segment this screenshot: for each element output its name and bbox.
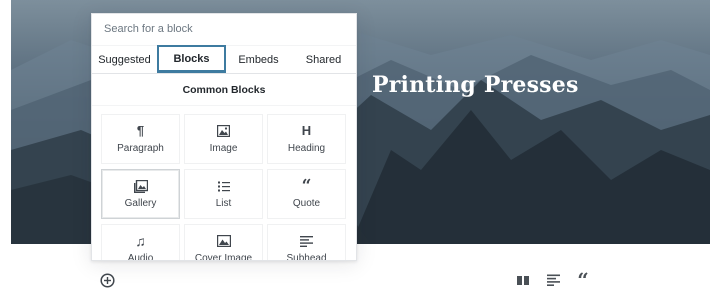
- insert-subhead-button[interactable]: [545, 272, 561, 288]
- gallery-icon: [133, 179, 148, 193]
- insert-quote-button[interactable]: “: [575, 268, 591, 292]
- block-paragraph[interactable]: ¶ Paragraph: [101, 114, 180, 164]
- tab-embeds[interactable]: Embeds: [226, 46, 291, 73]
- tab-suggested[interactable]: Suggested: [92, 46, 157, 73]
- block-quote[interactable]: “ Quote: [267, 169, 346, 219]
- subhead-icon: [546, 274, 560, 286]
- columns-icon: [517, 275, 529, 285]
- tab-blocks[interactable]: Blocks: [157, 45, 226, 73]
- block-search: [92, 14, 356, 46]
- list-icon: [217, 179, 230, 193]
- block-search-input[interactable]: [104, 23, 344, 35]
- block-image[interactable]: Image: [184, 114, 263, 164]
- block-gallery[interactable]: Gallery: [101, 169, 180, 219]
- block-label: Paragraph: [117, 143, 164, 154]
- block-label: Subhead: [286, 253, 327, 261]
- tab-shared[interactable]: Shared: [291, 46, 356, 73]
- block-label: Quote: [292, 198, 321, 209]
- block-label: Heading: [287, 143, 326, 154]
- cover-image-icon: [216, 234, 231, 248]
- block-label: Audio: [127, 253, 154, 261]
- cover-title[interactable]: Printing Presses: [372, 72, 579, 98]
- image-icon: [217, 124, 230, 138]
- paragraph-icon: ¶: [136, 123, 145, 138]
- block-label: Gallery: [124, 198, 157, 209]
- block-subhead[interactable]: Subhead: [267, 224, 346, 261]
- heading-icon: H: [301, 123, 312, 138]
- block-label: List: [215, 198, 232, 209]
- subhead-icon: [300, 234, 313, 248]
- insert-columns-button[interactable]: [515, 272, 531, 288]
- block-label: Image: [209, 143, 238, 154]
- block-audio[interactable]: ♫ Audio: [101, 224, 180, 261]
- plus-circle-icon: [100, 273, 115, 288]
- block-list[interactable]: List: [184, 169, 263, 219]
- block-heading[interactable]: H Heading: [267, 114, 346, 164]
- quote-icon: “: [577, 268, 589, 292]
- block-inserter-popover: Suggested Blocks Embeds Shared Common Bl…: [91, 13, 357, 261]
- add-block-button[interactable]: [100, 273, 115, 288]
- block-label: Cover Image: [194, 253, 253, 261]
- block-cover-image[interactable]: Cover Image: [184, 224, 263, 261]
- inserter-tabs: Suggested Blocks Embeds Shared: [92, 45, 356, 74]
- section-title-common-blocks: Common Blocks: [92, 74, 356, 106]
- quote-icon: “: [301, 176, 312, 196]
- block-grid: ¶ Paragraph Image H Heading Gallery List: [92, 106, 356, 261]
- audio-icon: ♫: [135, 233, 146, 249]
